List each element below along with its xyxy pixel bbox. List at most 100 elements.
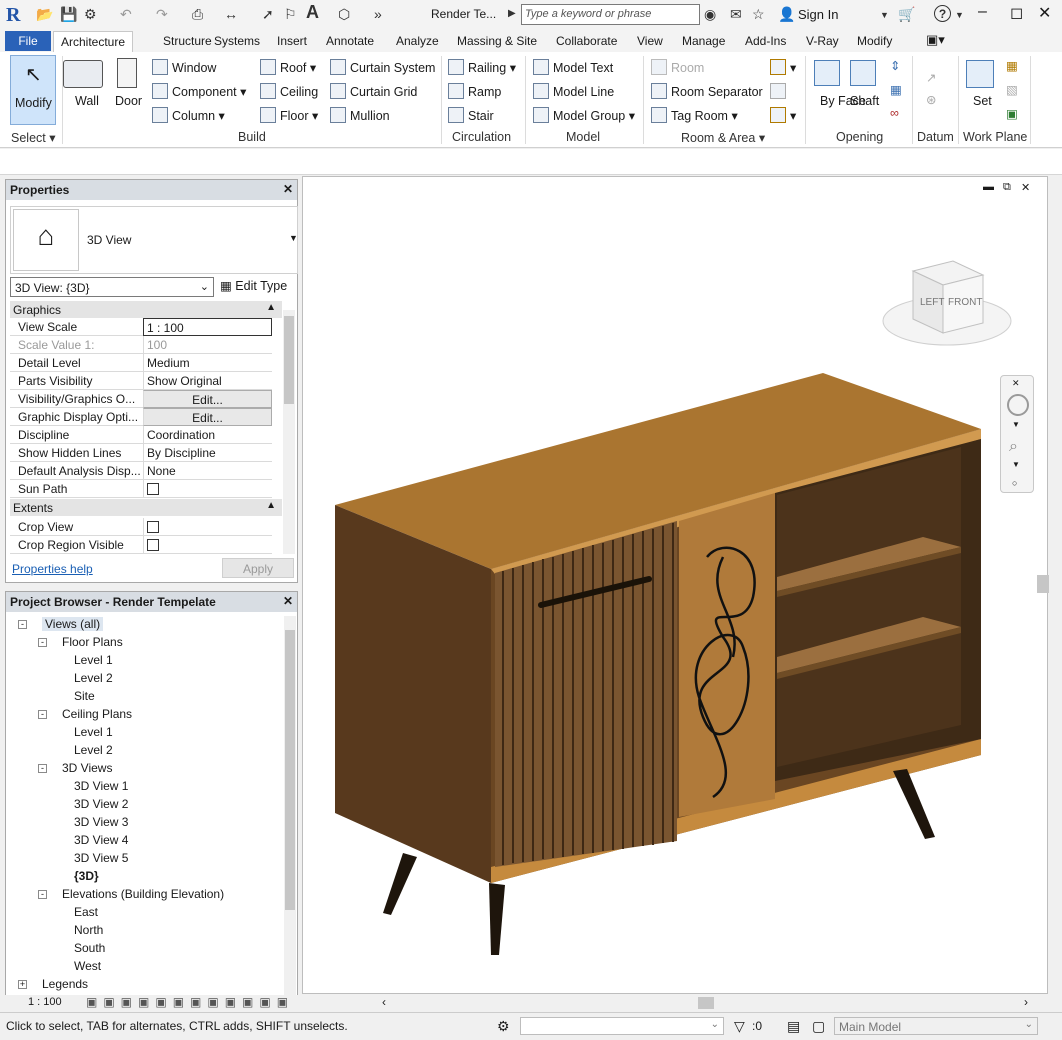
stair-button[interactable]: Stair [448, 107, 494, 123]
chevron-down-icon[interactable]: ▼ [880, 7, 889, 23]
browser-item[interactable]: Level 1 [74, 653, 113, 667]
cabinet-model[interactable] [335, 373, 981, 955]
viewcube[interactable]: LEFT FRONT [882, 260, 1012, 346]
tag-icon[interactable]: ⚐ [284, 6, 297, 22]
view-scale[interactable]: 1 : 100 [28, 996, 62, 1008]
favorites-icon[interactable]: ☆ [752, 6, 765, 22]
tab-analyze[interactable]: Analyze [396, 34, 439, 48]
print-icon[interactable]: ⎙ [192, 6, 203, 22]
edit-button[interactable]: Edit... [143, 408, 272, 426]
wall-opening-icon[interactable]: ⇕ [890, 58, 900, 73]
grid-icon[interactable]: ⊛ [926, 92, 936, 107]
tab-modify[interactable]: Modify [857, 34, 892, 48]
worksharing-icon[interactable]: ⚙ [497, 1018, 510, 1035]
browser-item[interactable]: 3D View 4 [74, 833, 128, 847]
tab-architecture[interactable]: Architecture [53, 31, 133, 52]
steering-wheel-icon[interactable] [1007, 394, 1029, 416]
browser-item[interactable]: West [74, 959, 101, 973]
3d-view-icon[interactable]: ⬡ [338, 6, 350, 22]
area-tool-3-icon[interactable]: ▾ [770, 107, 796, 123]
collapse-icon[interactable]: - [38, 710, 47, 719]
help-chevron-icon[interactable]: ▼ [955, 7, 964, 23]
property-value[interactable]: By Discipline [143, 444, 272, 462]
browser-item[interactable]: Level 2 [74, 743, 113, 757]
curtain-grid-button[interactable]: Curtain Grid [330, 83, 417, 99]
railing-button[interactable]: Railing ▾ [448, 59, 516, 75]
collapse-icon[interactable]: - [18, 620, 27, 629]
wheel-chevron-icon[interactable]: ▼ [1012, 420, 1020, 429]
browser-item[interactable]: Level 2 [74, 671, 113, 685]
sync-icon[interactable]: ⚙ [84, 6, 97, 22]
browser-item[interactable]: 3D View 5 [74, 851, 128, 865]
tab-v-ray[interactable]: V-Ray [806, 34, 839, 48]
text-icon[interactable]: A [306, 3, 319, 21]
browser-item[interactable]: 3D View 3 [74, 815, 128, 829]
scroll-right-icon[interactable]: › [1024, 995, 1028, 1009]
browser-item[interactable]: 3D Views [62, 761, 112, 775]
minimize-icon[interactable]: – [978, 3, 987, 21]
model-text-button[interactable]: Model Text [533, 59, 613, 75]
design-option-selector[interactable]: Main Model ⌄ [834, 1017, 1038, 1035]
filter-icon[interactable]: ▽ [734, 1018, 745, 1035]
property-value[interactable]: 1 : 100 [143, 318, 272, 336]
browser-item[interactable]: Elevations (Building Elevation) [62, 887, 224, 901]
area-tool-1-icon[interactable]: ▾ [770, 59, 796, 75]
browser-item[interactable]: South [74, 941, 105, 955]
door-button[interactable]: Door [115, 94, 142, 108]
browser-close-icon[interactable]: ✕ [283, 594, 293, 608]
section-extents[interactable]: Extents ▲ [10, 499, 282, 516]
expand-icon[interactable]: + [18, 980, 27, 989]
property-value[interactable]: None [143, 462, 272, 480]
tab-annotate[interactable]: Annotate [326, 34, 374, 48]
room-separator-button[interactable]: Room Separator [651, 83, 763, 99]
undo-icon[interactable]: ↶ [120, 6, 132, 22]
nav-close-icon[interactable]: ✕ [1012, 378, 1020, 389]
browser-scrollbar[interactable] [284, 616, 296, 996]
nav-options-icon[interactable]: ○ [1012, 478, 1017, 488]
model-group-button[interactable]: Model Group ▾ [533, 107, 635, 123]
component-button[interactable]: Component ▾ [152, 83, 246, 99]
user-icon[interactable]: 👤 [778, 6, 795, 22]
viewport-scroll-thumb[interactable] [1037, 575, 1049, 593]
browser-item[interactable]: East [74, 905, 98, 919]
h-scroll-thumb[interactable] [698, 997, 714, 1009]
properties-close-icon[interactable]: ✕ [283, 182, 293, 196]
scroll-left-icon[interactable]: ‹ [382, 995, 386, 1009]
browser-item[interactable]: Floor Plans [62, 635, 123, 649]
dormer-icon[interactable]: ∞ [890, 106, 899, 120]
window-button[interactable]: Window [152, 59, 216, 75]
maximize-icon[interactable]: ◻ [1010, 3, 1023, 23]
property-checkbox[interactable] [143, 518, 272, 536]
ceiling-button[interactable]: Ceiling [260, 83, 318, 99]
modify-button[interactable]: ↖ Modify [10, 55, 56, 125]
redo-icon[interactable]: ↷ [156, 6, 168, 22]
open-icon[interactable]: 📂 [36, 6, 53, 22]
save-icon[interactable]: 💾 [60, 6, 77, 22]
workset-selector[interactable]: ⌄ [520, 1017, 724, 1035]
type-selector[interactable]: ⌂ 3D View ▼ [10, 206, 298, 274]
cart-icon[interactable]: 🛒 [898, 6, 915, 22]
search-input[interactable]: Type a keyword or phrase [521, 4, 700, 25]
browser-item[interactable]: 3D View 2 [74, 797, 128, 811]
type-dropdown-icon[interactable]: ▼ [289, 233, 298, 243]
vertical-opening-icon[interactable]: ▦ [890, 82, 902, 97]
measure-icon[interactable]: ↔ [224, 6, 238, 22]
group-room-area-label[interactable]: Room & Area ▾ [681, 130, 765, 145]
communication-icon[interactable]: ✉ [730, 6, 742, 22]
panel-toggle-icon[interactable]: ▣▾ [926, 32, 945, 48]
floor-button[interactable]: Floor ▾ [260, 107, 318, 123]
binoculars-icon[interactable]: ◉ [704, 6, 716, 22]
properties-help-link[interactable]: Properties help [12, 562, 93, 576]
dimension-icon[interactable]: ➚ [262, 6, 274, 22]
group-select-label[interactable]: Select ▾ [11, 130, 56, 145]
collapse-icon[interactable]: - [38, 890, 47, 899]
browser-item[interactable]: Ceiling Plans [62, 707, 132, 721]
door-icon[interactable] [117, 58, 137, 88]
tab-systems[interactable]: Systems [214, 34, 260, 48]
property-value[interactable]: Coordination [143, 426, 272, 444]
view-tools-icon[interactable]: ▣▣▣▣▣▣▣▣▣▣▣▣ [86, 995, 294, 1009]
shaft-button[interactable]: Shaft [850, 94, 879, 108]
browser-item[interactable]: 3D View 1 [74, 779, 128, 793]
set-button[interactable]: Set [973, 94, 992, 108]
close-icon[interactable]: ✕ [1038, 3, 1051, 23]
